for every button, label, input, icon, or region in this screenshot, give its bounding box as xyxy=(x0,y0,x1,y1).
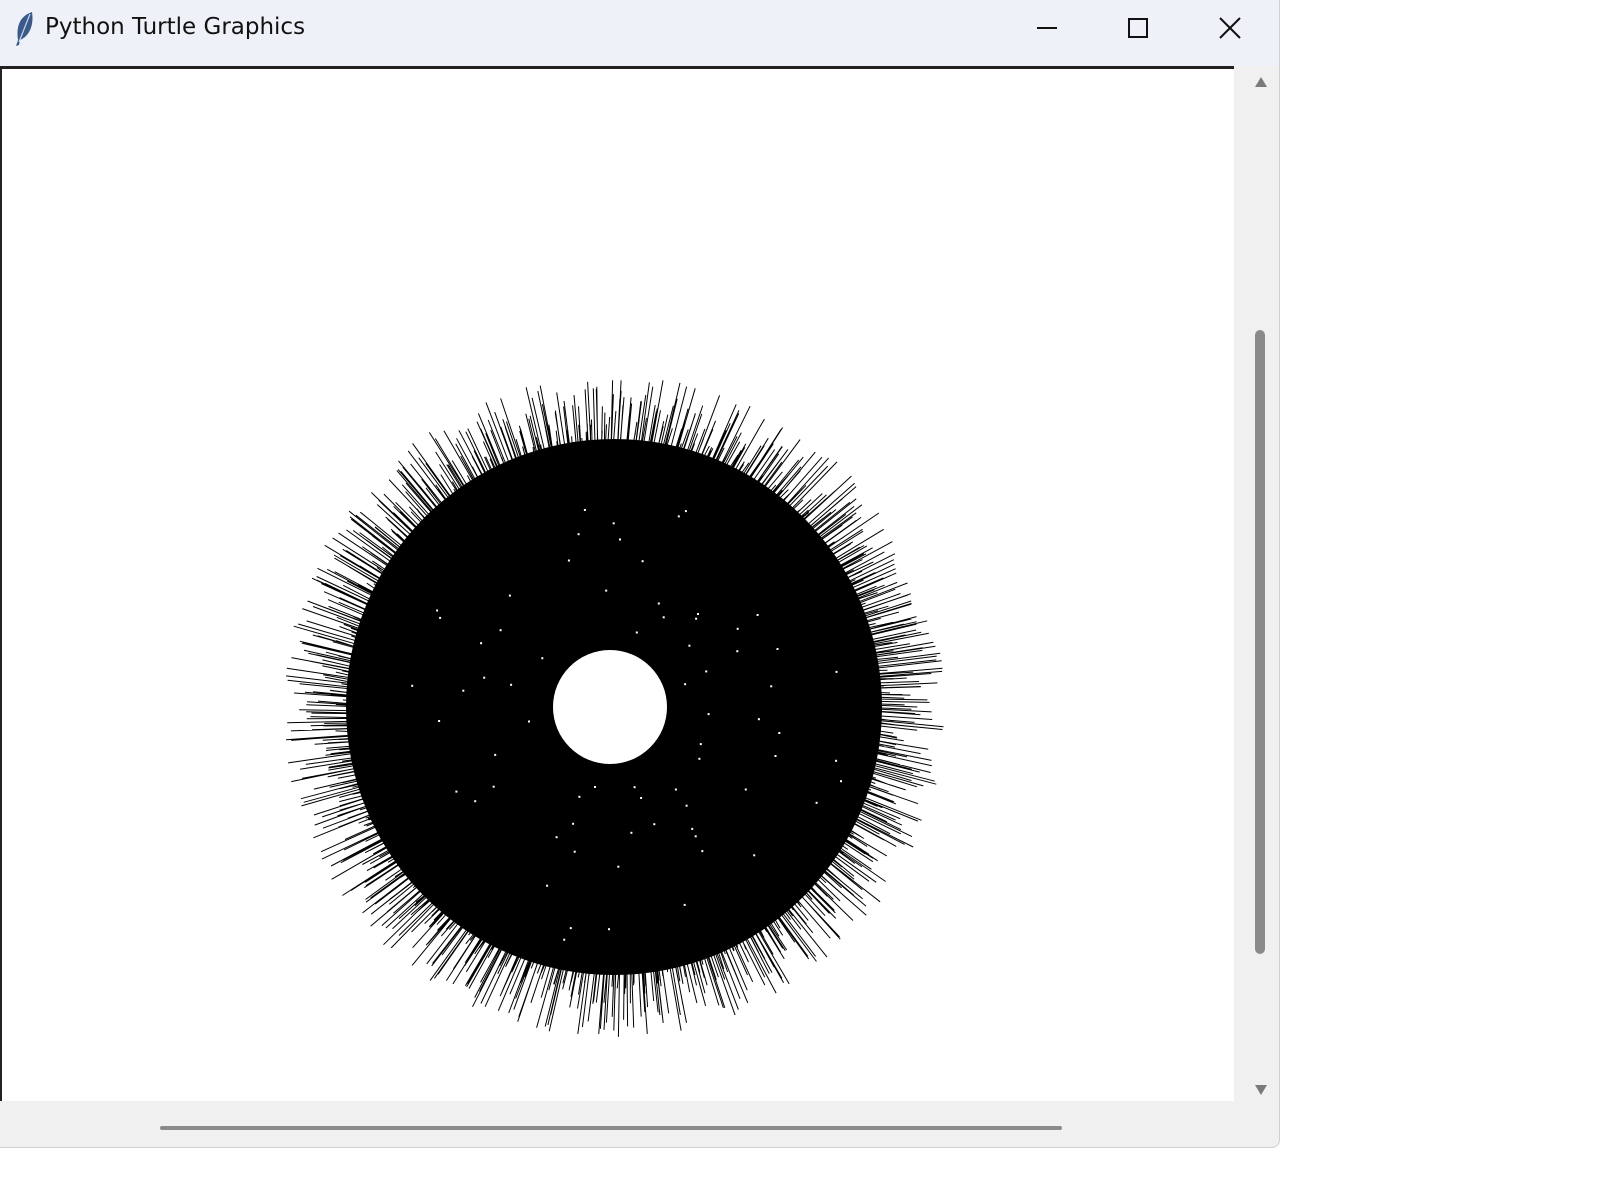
minimize-button[interactable] xyxy=(1002,0,1092,56)
window-title: Python Turtle Graphics xyxy=(45,14,306,40)
close-icon xyxy=(1219,17,1241,39)
arrow-up-icon[interactable] xyxy=(1254,76,1268,88)
maximize-icon xyxy=(1128,18,1148,38)
turtle-canvas-frame[interactable] xyxy=(0,66,1234,1101)
title-bar[interactable]: Python Turtle Graphics xyxy=(0,0,1279,66)
maximize-button[interactable] xyxy=(1093,0,1183,56)
vertical-scroll-thumb[interactable] xyxy=(1255,330,1265,954)
arrow-down-icon[interactable] xyxy=(1254,1084,1268,1096)
vertical-scrollbar[interactable] xyxy=(1240,66,1279,1106)
minimize-icon xyxy=(1037,27,1057,29)
feather-icon xyxy=(16,12,33,46)
horizontal-scrollbar[interactable] xyxy=(0,1104,1240,1144)
turtle-canvas[interactable] xyxy=(2,69,1234,1101)
turtle-drawing xyxy=(285,380,944,1037)
close-button[interactable] xyxy=(1185,0,1275,56)
turtle-window: Python Turtle Graphics xyxy=(0,0,1280,1148)
horizontal-scroll-thumb[interactable] xyxy=(160,1126,1062,1130)
ring-center-hole xyxy=(553,650,667,764)
